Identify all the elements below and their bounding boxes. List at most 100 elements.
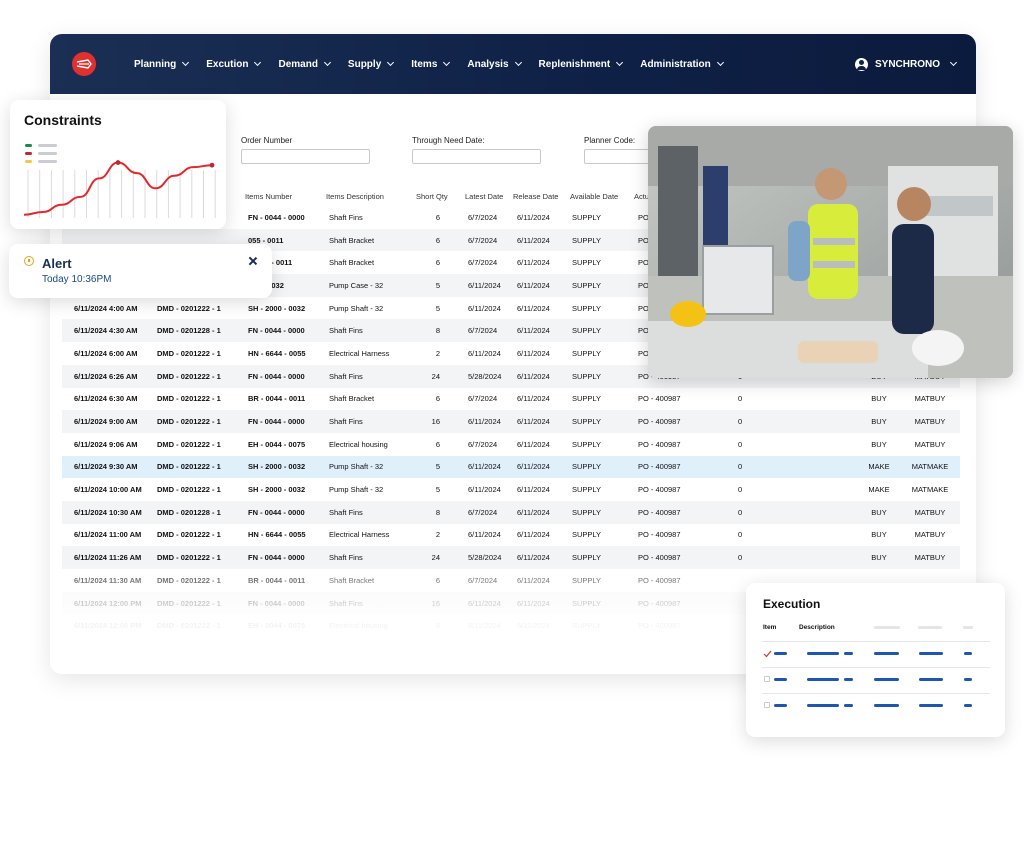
- table-cell: 6/11/2024: [517, 507, 550, 517]
- column-header[interactable]: Items Description: [326, 192, 384, 201]
- through-need-date-input[interactable]: [412, 149, 541, 164]
- table-cell: 6/11/2024: [468, 280, 501, 290]
- table-cell: 6/11/2024 9:06 AM: [74, 439, 138, 449]
- order-number-input[interactable]: [241, 149, 370, 164]
- table-row[interactable]: 6/11/2024 6:30 AM DMD - 0201222 - 1 BR - 0…: [62, 388, 960, 411]
- row-checkbox[interactable]: [764, 702, 770, 708]
- column-header[interactable]: Items Number: [245, 192, 292, 201]
- table-cell: PO - 400987: [638, 462, 681, 472]
- menu-items[interactable]: Items: [411, 58, 451, 70]
- table-cell: 6/11/2024: [517, 235, 550, 245]
- table-cell: EH - 0044 - 0075: [248, 439, 306, 449]
- menu-label: Demand: [278, 58, 318, 70]
- table-cell: 6/11/2024 11:00 AM: [74, 530, 142, 540]
- table-cell: PO - 400987: [638, 485, 681, 495]
- placeholder-bar: [874, 626, 900, 629]
- table-cell: 6/11/2024: [517, 280, 550, 290]
- table-cell: FN - 0044 - 0000: [248, 212, 305, 222]
- table-row[interactable]: 6/11/2024 11:26 AM DMD - 0201222 - 1 FN - …: [62, 546, 960, 569]
- value-bar: [874, 652, 899, 655]
- menu-analysis[interactable]: Analysis: [467, 59, 522, 70]
- chevron-down-icon: [716, 58, 724, 67]
- table-cell: Pump Shaft - 32: [329, 462, 384, 472]
- column-header[interactable]: Release Date: [513, 192, 558, 201]
- table-row[interactable]: 6/11/2024 9:06 AM DMD - 0201222 - 1 EH - 0…: [62, 433, 960, 456]
- chevron-down-icon: [443, 58, 451, 67]
- table-cell: 6/11/2024: [517, 485, 550, 495]
- check-icon[interactable]: [763, 650, 772, 658]
- table-cell: SUPPLY: [572, 439, 602, 449]
- table-cell: 6/11/2024: [468, 598, 501, 608]
- table-cell: PO - 400987: [638, 598, 681, 608]
- table-cell: 0: [738, 507, 743, 517]
- column-header[interactable]: Latest Date: [465, 192, 503, 201]
- table-cell: 6/11/2024: [468, 303, 501, 313]
- table-cell: 6/7/2024: [468, 235, 498, 245]
- table-cell: 5: [435, 485, 440, 495]
- column-header[interactable]: Available Date: [570, 192, 618, 201]
- table-cell: Shaft Fins: [329, 326, 363, 336]
- table-cell: DMD - 0201222 - 1: [157, 417, 221, 427]
- table-cell: 6/11/2024: [517, 348, 550, 358]
- table-cell: MATBUY: [914, 417, 946, 427]
- table-cell: 6: [435, 212, 440, 222]
- warning-icon: [24, 256, 34, 266]
- table-cell: DMD - 0201222 - 1: [157, 485, 221, 495]
- menu-execution[interactable]: Excution: [206, 59, 262, 70]
- table-row[interactable]: 6/11/2024 10:00 AM DMD - 0201222 - 1 SH - …: [62, 478, 960, 501]
- table-cell: 0: [738, 462, 743, 472]
- table-cell: 8: [435, 326, 440, 336]
- table-cell: 6/7/2024: [468, 439, 498, 449]
- table-cell: Electrical housing: [329, 621, 388, 631]
- synchrono-logo[interactable]: [72, 52, 96, 76]
- table-cell: 6: [435, 235, 440, 245]
- table-cell: SUPPLY: [572, 553, 602, 563]
- table-row[interactable]: 6/11/2024 11:00 AM DMD - 0201222 - 1 HN - …: [62, 524, 960, 547]
- table-cell: DMD - 0201228 - 1: [157, 326, 221, 336]
- menu-administration[interactable]: Administration: [640, 58, 724, 70]
- execution-title: Execution: [763, 597, 821, 611]
- user-avatar-icon: [854, 57, 868, 71]
- table-cell: MATBUY: [914, 553, 946, 563]
- menu-demand[interactable]: Demand: [278, 58, 331, 70]
- table-cell: SUPPLY: [572, 258, 602, 268]
- table-cell: SUPPLY: [572, 212, 602, 222]
- table-cell: 6/11/2024: [468, 462, 501, 472]
- table-cell: 6/11/2024: [517, 553, 550, 563]
- column-header[interactable]: Actu: [634, 192, 649, 201]
- chevron-down-icon: [182, 58, 190, 67]
- menu-planning[interactable]: Planning: [134, 58, 190, 70]
- value-bar: [874, 678, 899, 681]
- table-cell: PO - 400987: [638, 553, 681, 563]
- table-cell: MATBUY: [914, 507, 946, 517]
- table-cell: HN - 6644 - 0055: [248, 530, 306, 540]
- table-cell: HN - 6644 - 0055: [248, 348, 306, 358]
- table-cell: 6/11/2024: [517, 575, 550, 585]
- column-header[interactable]: Short Qty: [416, 192, 448, 201]
- table-row[interactable]: 6/11/2024 10:30 AM DMD - 0201228 - 1 FN - …: [62, 500, 960, 524]
- value-bar: [919, 652, 943, 655]
- close-icon[interactable]: [248, 256, 258, 266]
- menu-replenishment[interactable]: Replenishment: [539, 59, 624, 70]
- table-cell: 6/11/2024: [468, 417, 501, 427]
- menu-supply[interactable]: Supply: [348, 59, 395, 70]
- table-cell: 6/7/2024: [468, 507, 498, 517]
- row-checkbox[interactable]: [764, 676, 770, 682]
- table-cell: 6/11/2024 4:00 AM: [74, 303, 138, 313]
- table-cell: PO - 400987: [638, 439, 681, 449]
- table-cell: 0: [738, 553, 743, 563]
- table-cell: DMD - 0201222 - 1: [157, 394, 221, 404]
- table-cell: 6/7/2024: [468, 575, 498, 585]
- table-cell: 6/11/2024: [468, 348, 501, 358]
- table-cell: 6/11/2024 12:00 PM: [74, 598, 142, 608]
- table-cell: SUPPLY: [572, 530, 602, 540]
- alert-time: Today 10:36PM: [42, 274, 112, 285]
- user-menu[interactable]: SYNCHRONO: [854, 34, 958, 94]
- value-bar: [844, 678, 853, 681]
- table-cell: 2: [435, 530, 440, 540]
- table-cell: 6: [435, 621, 440, 631]
- table-row[interactable]: 6/11/2024 9:30 AM DMD - 0201222 - 1 SH - 2…: [62, 455, 960, 479]
- table-cell: 6/11/2024 10:00 AM: [74, 485, 142, 495]
- table-cell: Shaft Fins: [329, 553, 363, 563]
- table-row[interactable]: 6/11/2024 9:00 AM DMD - 0201222 - 1 FN - 0…: [62, 410, 960, 433]
